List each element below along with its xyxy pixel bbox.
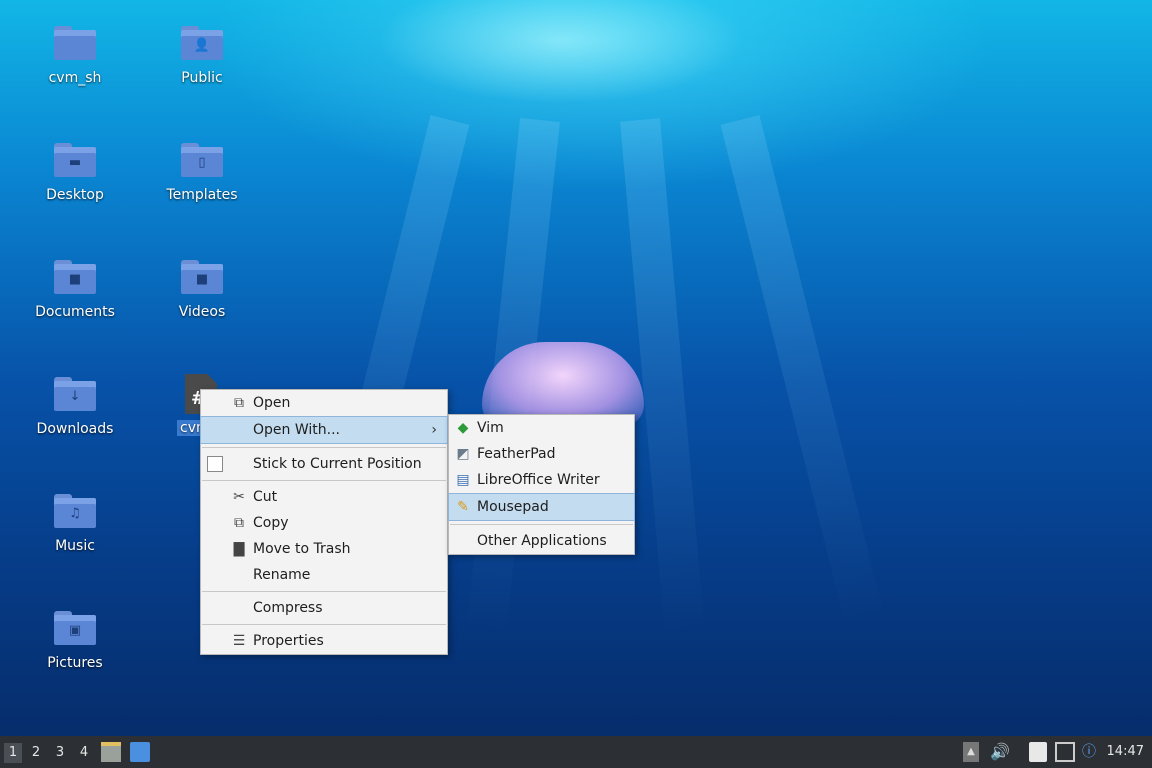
- submenu-item-other-applications[interactable]: Other Applications: [449, 528, 634, 554]
- menu-item-properties[interactable]: ☰ Properties: [201, 628, 447, 654]
- folder-icon: ▯: [181, 143, 223, 177]
- menu-item-stick-to-position[interactable]: Stick to Current Position: [201, 451, 447, 477]
- checkbox[interactable]: [207, 456, 223, 472]
- open-icon: ⧉: [234, 395, 244, 411]
- menu-separator: [202, 624, 446, 625]
- desktop-icon-label: Desktop: [46, 187, 104, 203]
- desktop-icon-desktop[interactable]: ▬ Desktop: [20, 143, 130, 203]
- desktop-icon-label: Documents: [35, 304, 115, 320]
- list-icon: ☰: [232, 633, 246, 649]
- folder-icon: 👤: [181, 26, 223, 60]
- copy-icon: ⧉: [234, 515, 244, 531]
- clipboard-icon[interactable]: [1029, 742, 1047, 762]
- show-desktop-icon[interactable]: [130, 742, 150, 762]
- folder-icon: ▣: [54, 611, 96, 645]
- menu-item-move-to-trash[interactable]: ▇ Move to Trash: [201, 536, 447, 562]
- folder-icon: ♫: [54, 494, 96, 528]
- trash-icon: ▇: [233, 541, 245, 557]
- volume-icon[interactable]: 🔊: [990, 742, 1010, 762]
- desktop-icon-music[interactable]: ♫ Music: [20, 494, 130, 554]
- chevron-right-icon: ›: [431, 422, 437, 438]
- folder-icon: ■: [181, 260, 223, 294]
- clock: 14:47: [1106, 744, 1144, 759]
- desktop-icon-label: Templates: [166, 187, 238, 203]
- network-icon[interactable]: [1055, 742, 1075, 762]
- menu-separator: [202, 447, 446, 448]
- desktop-icon-documents[interactable]: ■ Documents: [20, 260, 130, 320]
- workspace-1[interactable]: 1: [4, 743, 22, 763]
- menu-separator: [202, 480, 446, 481]
- desktop-icon-label: Music: [55, 538, 95, 554]
- desktop-icon-videos[interactable]: ■ Videos: [147, 260, 257, 320]
- desktop-icon-pictures[interactable]: ▣ Pictures: [20, 611, 130, 671]
- file-manager-icon[interactable]: [101, 742, 121, 762]
- desktop-icon-label: Videos: [178, 304, 226, 320]
- menu-item-cut[interactable]: ✂ Cut: [201, 484, 447, 510]
- workspace-3[interactable]: 3: [51, 743, 69, 763]
- notification-icon[interactable]: ⓘ: [1082, 742, 1102, 762]
- scissors-icon: ✂: [233, 489, 245, 505]
- folder-icon: ■: [54, 260, 96, 294]
- submenu-item-featherpad[interactable]: ◩ FeatherPad: [449, 441, 634, 467]
- desktop-icon-label: cvm_sh: [48, 70, 102, 86]
- menu-item-copy[interactable]: ⧉ Copy: [201, 510, 447, 536]
- wallpaper-ray: [720, 115, 886, 630]
- desktop-icon-cvm-sh[interactable]: cvm_sh: [20, 26, 130, 86]
- desktop-icon-templates[interactable]: ▯ Templates: [147, 143, 257, 203]
- desktop-icon-label: Public: [181, 70, 223, 86]
- taskbar: 1 2 3 4 ▲ 🔊 ⓘ 14:47: [0, 736, 1152, 768]
- desktop-icon-label: Downloads: [36, 421, 114, 437]
- menu-item-open[interactable]: ⧉ Open: [201, 390, 447, 416]
- desktop-icon-public[interactable]: 👤 Public: [147, 26, 257, 86]
- workspace-2[interactable]: 2: [27, 743, 45, 763]
- submenu-item-vim[interactable]: ◆ Vim: [449, 415, 634, 441]
- featherpad-icon: ◩: [456, 446, 470, 462]
- tray-up-arrow-icon[interactable]: ▲: [963, 742, 979, 762]
- desktop-icon-label: Pictures: [47, 655, 103, 671]
- submenu-item-mousepad[interactable]: ✎ Mousepad: [448, 493, 635, 521]
- desktop-icon-downloads[interactable]: ↓ Downloads: [20, 377, 130, 437]
- menu-item-compress[interactable]: Compress: [201, 595, 447, 621]
- mousepad-icon: ✎: [457, 499, 469, 515]
- menu-separator: [202, 591, 446, 592]
- vim-icon: ◆: [457, 420, 469, 436]
- menu-separator: [450, 524, 633, 525]
- menu-item-rename[interactable]: Rename: [201, 562, 447, 588]
- open-with-submenu: ◆ Vim ◩ FeatherPad ▤ LibreOffice Writer …: [448, 414, 635, 555]
- folder-icon: [54, 26, 96, 60]
- context-menu: ⧉ Open Open With... › Stick to Current P…: [200, 389, 448, 655]
- folder-icon: ▬: [54, 143, 96, 177]
- workspace-4[interactable]: 4: [75, 743, 93, 763]
- document-icon: ▤: [456, 472, 470, 488]
- submenu-item-libreoffice-writer[interactable]: ▤ LibreOffice Writer: [449, 467, 634, 493]
- menu-item-open-with[interactable]: Open With... ›: [200, 416, 448, 444]
- folder-icon: ↓: [54, 377, 96, 411]
